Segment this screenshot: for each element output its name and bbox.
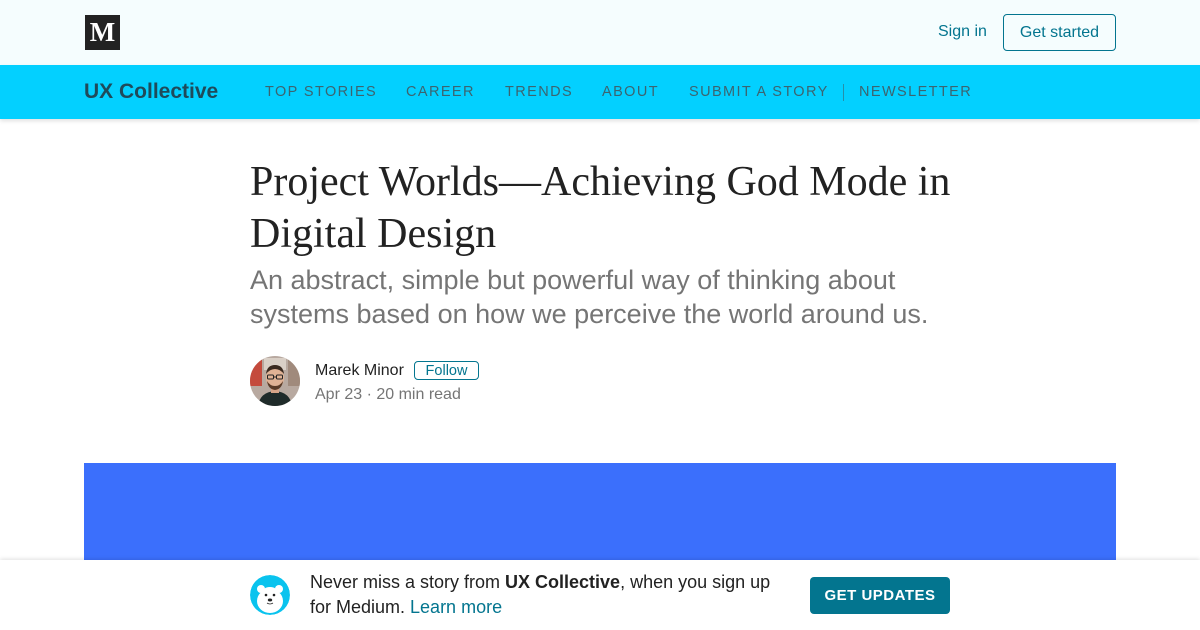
nav-item-submit-a-story[interactable]: SUBMIT A STORY	[689, 84, 829, 100]
nav-item-top-stories[interactable]: TOP STORIES	[265, 84, 377, 100]
polar-bear-icon	[250, 575, 290, 615]
medium-logo-icon[interactable]: M	[85, 15, 120, 50]
sign-in-link[interactable]: Sign in	[938, 23, 987, 41]
get-started-button[interactable]: Get started	[1003, 14, 1116, 51]
publication-nav: UX Collective TOP STORIES CAREER TRENDS …	[0, 65, 1200, 119]
top-bar: M Sign in Get started	[0, 0, 1200, 65]
article-title: Project Worlds—Achieving God Mode in Dig…	[250, 159, 951, 257]
author-avatar[interactable]	[250, 356, 300, 406]
hero-image	[84, 463, 1116, 563]
nav-item-newsletter[interactable]: NEWSLETTER	[859, 84, 972, 100]
banner-text-before: Never miss a story from	[310, 572, 506, 592]
get-updates-button[interactable]: GET UPDATES	[810, 577, 950, 614]
article-meta: Apr 23 · 20 min read	[315, 386, 461, 403]
article-subtitle: An abstract, simple but powerful way of …	[250, 265, 929, 329]
banner-message: Never miss a story from UX Collective, w…	[310, 570, 780, 620]
avatar-illustration	[250, 356, 300, 406]
nav-item-trends[interactable]: TRENDS	[505, 84, 573, 100]
publication-name[interactable]: UX Collective	[84, 80, 218, 104]
follow-button[interactable]: Follow	[414, 361, 479, 380]
nav-divider	[843, 84, 844, 101]
learn-more-link[interactable]: Learn more	[410, 597, 502, 617]
banner-publication: UX Collective	[505, 572, 621, 592]
author-name[interactable]: Marek Minor	[315, 362, 404, 380]
nav-item-about[interactable]: ABOUT	[602, 84, 659, 100]
nav-item-career[interactable]: CAREER	[406, 84, 475, 100]
signup-banner: Never miss a story from UX Collective, w…	[0, 560, 1200, 630]
